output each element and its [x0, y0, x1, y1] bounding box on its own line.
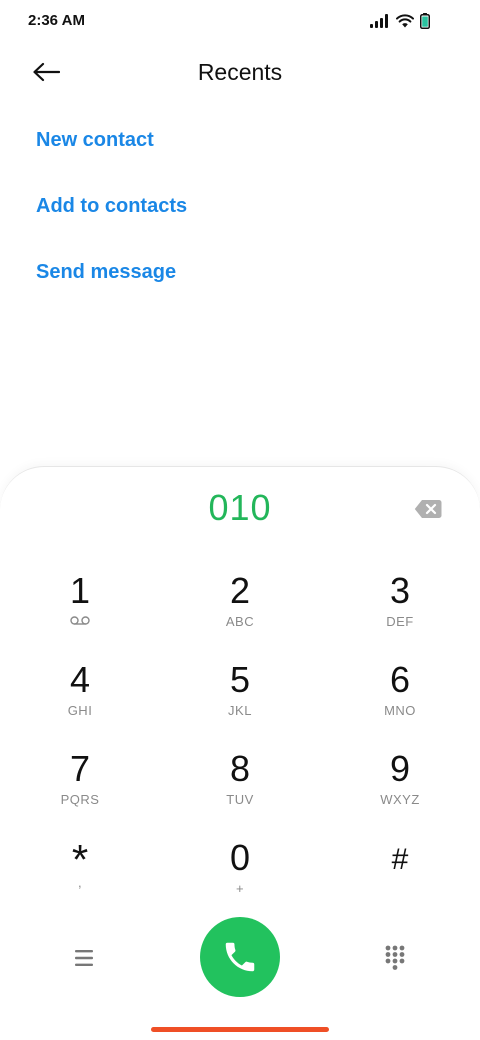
signal-icon — [370, 14, 388, 28]
battery-icon — [420, 13, 430, 29]
dialpad-icon — [385, 945, 405, 970]
header: Recents — [0, 44, 480, 102]
key-letters: + — [235, 881, 245, 896]
keypad-row: * , 0 + # — [0, 838, 480, 927]
key-digit: 1 — [69, 570, 91, 611]
key-letters: , — [77, 875, 83, 890]
status-time: 2:36 AM — [28, 12, 85, 29]
call-button[interactable] — [200, 917, 280, 997]
key-letters: TUV — [226, 792, 254, 807]
menu-icon — [75, 950, 93, 966]
status-icons — [370, 13, 430, 29]
home-indicator[interactable] — [151, 1027, 329, 1032]
key-9[interactable]: 9 WXYZ — [320, 749, 480, 838]
key-0[interactable]: 0 + — [160, 838, 320, 927]
key-2[interactable]: 2 ABC — [160, 571, 320, 660]
new-contact-link[interactable]: New contact — [36, 116, 436, 182]
key-digit: 2 — [229, 570, 251, 611]
page-title: Recents — [197, 59, 283, 85]
action-list: New contact Add to contacts Send message — [36, 116, 436, 314]
key-digit: # — [391, 843, 409, 876]
add-to-contacts-link[interactable]: Add to contacts — [36, 182, 436, 248]
dialed-number[interactable]: 010 — [0, 487, 480, 529]
key-digit: 0 — [229, 837, 251, 878]
key-4[interactable]: 4 GHI — [0, 660, 160, 749]
status-bar: 2:36 AM — [0, 0, 480, 44]
dialpad-panel: 010 1 2 ABC 3 DEF 4 GHI 5 JKL 6 MNO 7 PQ… — [0, 466, 480, 1040]
dialer-bottom-bar — [0, 917, 480, 997]
menu-button[interactable] — [70, 947, 100, 969]
keypad-row: 4 GHI 5 JKL 6 MNO — [0, 660, 480, 749]
dialpad-toggle-button[interactable] — [384, 944, 406, 972]
send-message-link[interactable]: Send message — [36, 248, 436, 314]
key-digit: 8 — [229, 748, 251, 789]
key-digit: 9 — [389, 748, 411, 789]
key-letters: GHI — [67, 703, 93, 718]
wifi-icon — [396, 14, 414, 28]
keypad-row: 1 2 ABC 3 DEF — [0, 571, 480, 660]
key-letters: ABC — [225, 614, 255, 629]
key-digit: 7 — [69, 748, 91, 789]
key-7[interactable]: 7 PQRS — [0, 749, 160, 838]
phone-icon — [225, 942, 255, 972]
key-8[interactable]: 8 TUV — [160, 749, 320, 838]
key-digit: 3 — [389, 570, 411, 611]
key-digit: 4 — [69, 659, 91, 700]
key-1[interactable]: 1 — [0, 571, 160, 660]
keypad-row: 7 PQRS 8 TUV 9 WXYZ — [0, 749, 480, 838]
key-star[interactable]: * , — [0, 838, 160, 927]
delete-button[interactable] — [414, 499, 442, 519]
key-hash[interactable]: # — [320, 838, 480, 927]
key-6[interactable]: 6 MNO — [320, 660, 480, 749]
key-digit: 6 — [389, 659, 411, 700]
key-5[interactable]: 5 JKL — [160, 660, 320, 749]
key-letters: MNO — [384, 703, 416, 718]
key-letters: PQRS — [60, 792, 100, 807]
voicemail-icon — [70, 616, 90, 625]
key-letters: JKL — [228, 703, 252, 718]
key-letters: WXYZ — [380, 792, 420, 807]
backspace-icon — [414, 500, 442, 518]
key-3[interactable]: 3 DEF — [320, 571, 480, 660]
key-digit: 5 — [229, 659, 251, 700]
keypad: 1 2 ABC 3 DEF 4 GHI 5 JKL 6 MNO 7 PQRS 8… — [0, 571, 480, 927]
key-letters: DEF — [386, 614, 414, 629]
